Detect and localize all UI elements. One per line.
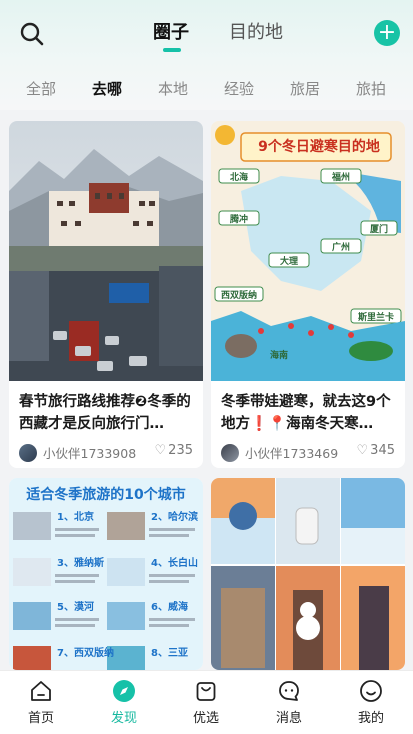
post-card[interactable]: 适合冬季旅游的10个城市 1、北京 2、哈尔滨 3、雅纳斯 4、长白山 5、漠河…	[9, 478, 203, 670]
nav-profile[interactable]: 我的	[341, 679, 401, 726]
active-tab-indicator	[163, 48, 181, 52]
poster-city-label: 6、威海	[151, 602, 188, 613]
post-image-ten-cities: 适合冬季旅游的10个城市 1、北京 2、哈尔滨 3、雅纳斯 4、长白山 5、漠河…	[9, 478, 203, 670]
message-icon	[279, 681, 299, 701]
post-image-winter-map: 9个冬日避寒目的地 北海 福州 腾冲 厦门 大理 广州 西双版纳 斯里兰卡 海南	[211, 121, 405, 381]
home-icon	[31, 681, 51, 701]
poster-city-label: 5、漠河	[57, 602, 94, 613]
subtab-all[interactable]: 全部	[26, 78, 56, 99]
post-card[interactable]: 春节旅行路线推荐❷冬季的西藏才是反向旅行门… 小伙伴1733908 ♡ 235	[9, 121, 203, 468]
poster-place-label: 广州	[331, 243, 350, 253]
post-author[interactable]: 小伙伴1733469	[221, 443, 338, 462]
bag-icon	[196, 682, 216, 701]
poster-place-label: 大理	[279, 257, 298, 267]
poster-place-label: 斯里兰卡	[357, 313, 394, 323]
nav-label: 发现	[110, 711, 137, 726]
avatar	[19, 443, 37, 462]
poster-city-label: 3、雅纳斯	[57, 558, 104, 569]
post-image-winter-collage	[211, 478, 405, 670]
post-title: 春节旅行路线推荐❷冬季的西藏才是反向旅行门…	[19, 394, 191, 432]
tab-destination[interactable]: 目的地	[229, 18, 283, 44]
avatar	[221, 443, 239, 462]
subtab-sojourn[interactable]: 旅居	[290, 78, 320, 99]
nav-messages[interactable]: 消息	[259, 679, 319, 726]
nav-label: 消息	[275, 711, 302, 726]
nav-featured[interactable]: 优选	[176, 679, 236, 726]
nav-label: 首页	[27, 711, 54, 726]
poster-place-label: 腾冲	[229, 215, 248, 225]
subtab-where[interactable]: 去哪	[92, 78, 122, 99]
main-tabs: 圈子 目的地	[0, 12, 413, 56]
add-button[interactable]: +	[374, 20, 400, 46]
bottom-navigation: 首页 发现 优选 消息 我的	[0, 670, 413, 734]
nav-label: 我的	[357, 711, 384, 726]
poster-city-label: 7、西双版纳	[57, 648, 114, 659]
nav-label: 优选	[192, 711, 219, 726]
compass-icon	[113, 680, 135, 702]
poster-city-label: 4、长白山	[151, 558, 198, 569]
post-image-potala	[9, 121, 203, 381]
subtab-photo[interactable]: 旅拍	[356, 78, 386, 99]
nav-home[interactable]: 首页	[11, 679, 71, 726]
poster-place-label: 北海	[229, 173, 248, 183]
post-card[interactable]: 9个冬日避寒目的地 北海 福州 腾冲 厦门 大理 广州 西双版纳 斯里兰卡 海南…	[211, 121, 405, 468]
category-tabs: 全部 去哪 本地 经验 旅居 旅拍	[0, 76, 413, 102]
poster-city-label: 8、三亚	[151, 648, 188, 659]
like-count: 345	[370, 443, 395, 458]
profile-icon	[360, 680, 382, 702]
post-card[interactable]	[211, 478, 405, 670]
poster-city-label: 1、北京	[57, 512, 94, 523]
heart-icon: ♡	[356, 443, 369, 458]
like-button[interactable]: ♡ 235	[155, 443, 193, 458]
like-button[interactable]: ♡ 345	[357, 443, 395, 458]
author-name: 小伙伴1733469	[245, 446, 339, 461]
subtab-experience[interactable]: 经验	[224, 78, 254, 99]
poster-place-label: 海南	[269, 351, 288, 361]
subtab-local[interactable]: 本地	[158, 78, 188, 99]
plus-icon: +	[377, 20, 397, 45]
tab-circle[interactable]: 圈子	[153, 18, 189, 44]
heart-icon: ♡	[154, 443, 167, 458]
post-author[interactable]: 小伙伴1733908	[19, 443, 136, 462]
post-title: 冬季带娃避寒，就去这9个地方❗📍海南冬天寒…	[221, 394, 391, 432]
poster-place-label: 福州	[331, 173, 350, 183]
poster-place-label: 厦门	[369, 225, 388, 235]
poster-headline: 9个冬日避寒目的地	[258, 139, 380, 155]
author-name: 小伙伴1733908	[43, 446, 137, 461]
poster-place-label: 西双版纳	[220, 291, 257, 301]
nav-discover[interactable]: 发现	[94, 679, 154, 726]
top-bar: 圈子 目的地 +	[0, 12, 413, 56]
like-count: 235	[168, 443, 193, 458]
poster-city-label: 2、哈尔滨	[151, 512, 198, 523]
